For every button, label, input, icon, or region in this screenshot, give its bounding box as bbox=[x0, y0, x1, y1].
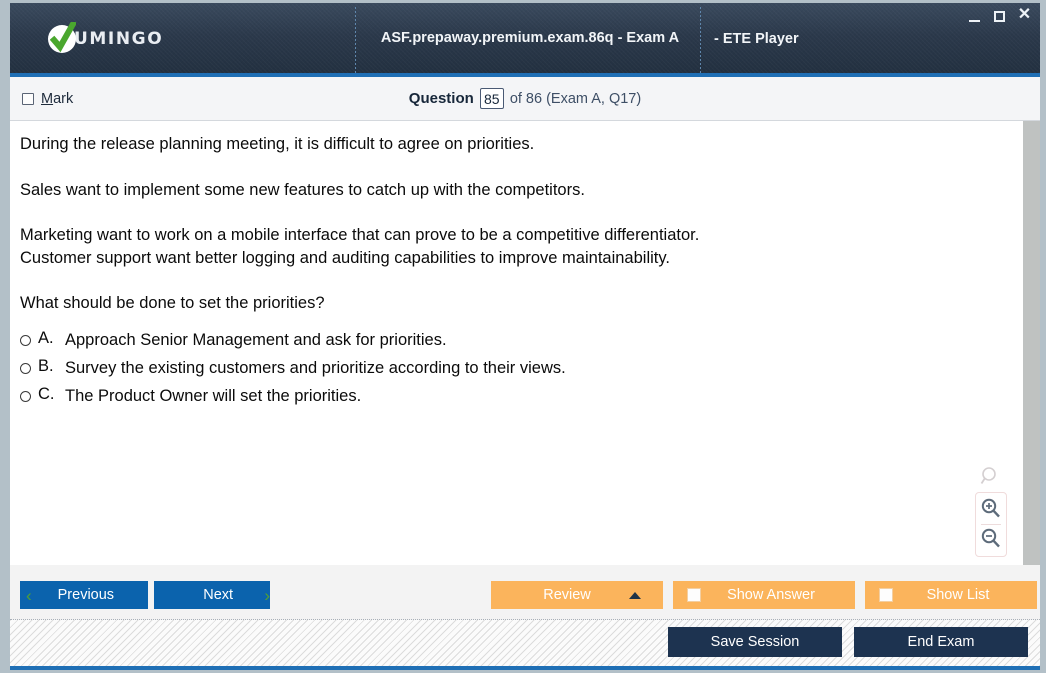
answer-letter: B. bbox=[38, 357, 54, 375]
exam-player-window: UMINGO ASF.prepaway.premium.exam.86q - E… bbox=[0, 0, 1046, 673]
end-exam-button[interactable]: End Exam bbox=[854, 627, 1028, 657]
question-number-input[interactable]: 85 bbox=[479, 88, 504, 109]
show-answer-button[interactable]: Show Answer bbox=[673, 581, 855, 609]
show-answer-checkbox[interactable] bbox=[687, 588, 701, 602]
footer-accent-line bbox=[10, 666, 1040, 670]
answer-options-list: A. Approach Senior Management and ask fo… bbox=[20, 329, 920, 413]
answer-letter: A. bbox=[38, 329, 54, 347]
radio-option-a[interactable] bbox=[20, 335, 31, 346]
review-button-label: Review bbox=[543, 587, 591, 603]
magnifier-icon[interactable] bbox=[980, 466, 1002, 488]
chevron-right-icon: › bbox=[264, 585, 270, 605]
question-content-area: During the release planning meeting, it … bbox=[10, 121, 1040, 565]
green-check-circle-icon bbox=[48, 22, 76, 53]
question-prompt: What should be done to set the prioritie… bbox=[20, 294, 325, 312]
window-title: ASF.prepaway.premium.exam.86q - Exam A bbox=[380, 30, 680, 47]
window-title-suffix: - ETE Player bbox=[714, 31, 799, 47]
footer-bar: Save Session End Exam bbox=[10, 620, 1040, 666]
mark-label: Mark bbox=[41, 90, 74, 107]
radio-option-c[interactable] bbox=[20, 391, 31, 402]
answer-letter: C. bbox=[38, 385, 55, 403]
zoom-tool-cluster bbox=[974, 466, 1008, 557]
navigation-toolbar: ‹ Previous Next › Review Show Answer Sho… bbox=[10, 565, 1040, 620]
save-session-button[interactable]: Save Session bbox=[668, 627, 842, 657]
show-list-checkbox[interactable] bbox=[879, 588, 893, 602]
mark-checkbox[interactable] bbox=[22, 92, 34, 105]
previous-button[interactable]: ‹ Previous bbox=[20, 581, 148, 609]
brand-logo: UMINGO bbox=[48, 22, 164, 53]
next-button-label: Next bbox=[203, 587, 234, 603]
maximize-icon bbox=[994, 11, 1005, 22]
radio-option-b[interactable] bbox=[20, 363, 31, 374]
header-divider-left bbox=[355, 7, 356, 73]
question-text-block: During the release planning meeting, it … bbox=[20, 133, 920, 315]
zoom-divider bbox=[981, 524, 1001, 525]
answer-text: The Product Owner will set the prioritie… bbox=[65, 387, 362, 405]
answer-option-a[interactable]: A. Approach Senior Management and ask fo… bbox=[20, 329, 920, 352]
mark-question-toggle[interactable]: Mark bbox=[22, 91, 73, 107]
close-button[interactable]: ✕ bbox=[1017, 6, 1032, 23]
question-counter: Question 85 of 86 (Exam A, Q17) bbox=[10, 88, 1040, 109]
brand-name: UMINGO bbox=[74, 29, 164, 49]
zoom-buttons-group bbox=[975, 492, 1007, 557]
answer-text: Approach Senior Management and ask for p… bbox=[65, 331, 447, 349]
magnifier-minus-icon[interactable] bbox=[980, 528, 1002, 550]
show-list-button[interactable]: Show List bbox=[865, 581, 1037, 609]
next-button[interactable]: Next › bbox=[154, 581, 270, 609]
answer-option-c[interactable]: C. The Product Owner will set the priori… bbox=[20, 385, 920, 408]
review-button[interactable]: Review bbox=[491, 581, 663, 609]
header-divider-right bbox=[700, 7, 701, 73]
question-paragraph: Sales want to implement some new feature… bbox=[20, 180, 585, 199]
minimize-button[interactable] bbox=[967, 7, 982, 22]
chevron-up-icon bbox=[629, 591, 641, 599]
question-total-label: of 86 (Exam A, Q17) bbox=[509, 90, 642, 107]
show-answer-label: Show Answer bbox=[727, 587, 815, 603]
question-status-bar: Mark Question 85 of 86 (Exam A, Q17) bbox=[10, 77, 1040, 121]
maximize-button[interactable] bbox=[992, 7, 1007, 22]
minimize-icon bbox=[969, 13, 980, 22]
check-mark-icon bbox=[50, 22, 76, 53]
close-icon: ✕ bbox=[1017, 6, 1032, 23]
show-list-label: Show List bbox=[926, 587, 990, 603]
magnifier-plus-icon[interactable] bbox=[980, 498, 1002, 520]
question-paragraph: Customer support want better logging and… bbox=[20, 248, 670, 267]
answer-option-b[interactable]: B. Survey the existing customers and pri… bbox=[20, 357, 920, 380]
question-paragraph: During the release planning meeting, it … bbox=[20, 135, 535, 153]
question-paragraph: Marketing want to work on a mobile inter… bbox=[20, 226, 700, 244]
answer-text: Survey the existing customers and priori… bbox=[65, 359, 566, 377]
question-word-label: Question bbox=[408, 90, 474, 107]
title-bar: UMINGO ASF.prepaway.premium.exam.86q - E… bbox=[10, 3, 1040, 75]
window-controls: ✕ bbox=[967, 6, 1032, 23]
vertical-scrollbar[interactable] bbox=[1023, 121, 1040, 565]
previous-button-label: Previous bbox=[57, 587, 115, 603]
